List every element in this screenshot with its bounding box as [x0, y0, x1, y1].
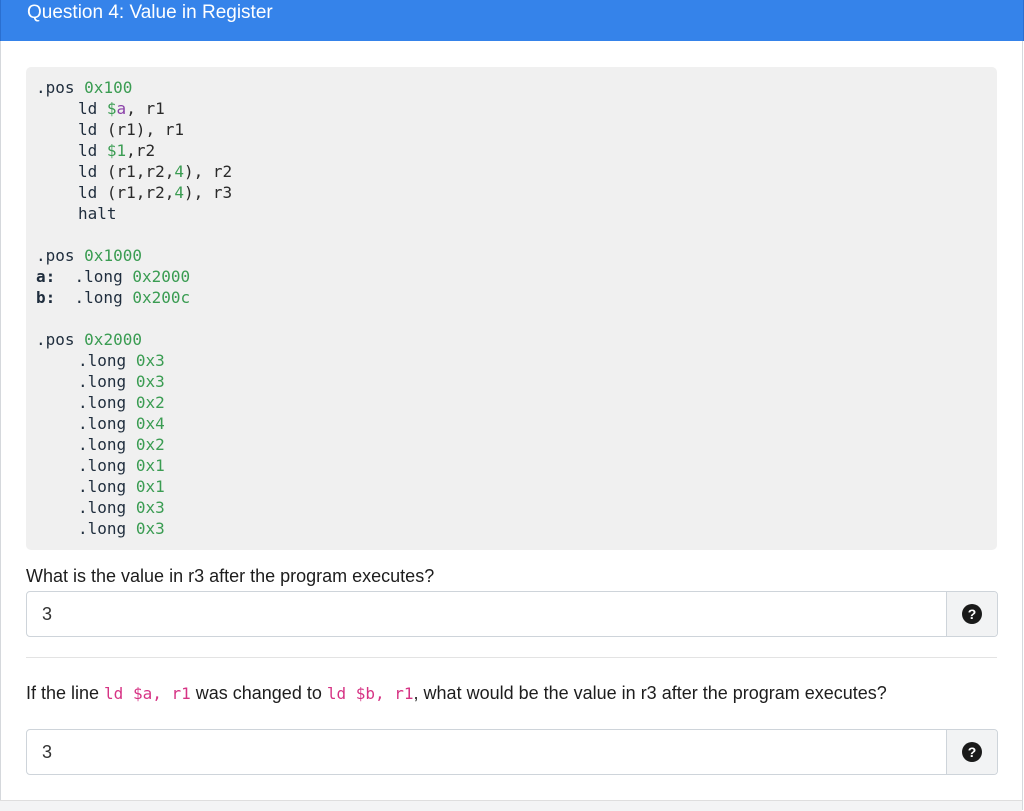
inline-code-changed: ld $b, r1: [326, 684, 414, 703]
code-line-long: .long 0x2: [78, 435, 165, 454]
code-line-long: .long 0x1: [78, 477, 165, 496]
code-line-long: .long 0x2: [78, 393, 165, 412]
question-header: Question 4: Value in Register: [0, 0, 1024, 41]
code-line-long: .long 0x3: [78, 519, 165, 538]
code-line-long: .long 0x3: [78, 372, 165, 391]
help-button-1[interactable]: ?: [946, 592, 997, 636]
code-line-5: ld (r1,r2,4), r3: [78, 183, 233, 202]
code-line-pos-2: .pos 0x1000: [36, 246, 142, 265]
help-button-2[interactable]: ?: [946, 730, 997, 774]
code-line-b: b: .long 0x200c: [36, 288, 191, 307]
code-line-long: .long 0x4: [78, 414, 165, 433]
question-circle-icon: ?: [962, 742, 982, 762]
code-line-long: .long 0x1: [78, 456, 165, 475]
answer-value-2: 3: [42, 742, 53, 762]
answer-value-1: 3: [42, 604, 53, 624]
code-line-pos-1: .pos 0x100: [36, 78, 133, 97]
code-line-pos-3: .pos 0x2000: [36, 330, 142, 349]
code-line-6: halt: [78, 204, 117, 223]
code-line-4: ld (r1,r2,4), r2: [78, 162, 233, 181]
answer-input-1[interactable]: 3 ?: [26, 591, 998, 637]
code-line-long: .long 0x3: [78, 498, 165, 517]
question-title: Question 4: Value in Register: [27, 2, 273, 23]
code-line-a: a: .long 0x2000: [36, 267, 191, 286]
section-divider: [26, 657, 997, 658]
code-block: .pos 0x100 ld $$aa, r1 ld (r1), r1 ld $1…: [26, 67, 997, 550]
card-footer: [0, 800, 1022, 811]
inline-code-original: ld $a, r1: [104, 684, 191, 703]
code-line-long: .long 0x3: [78, 351, 165, 370]
question-2-prompt: If the line ld $a, r1 was changed to ld …: [26, 683, 887, 703]
code-line-1: ld $$aa, r1: [78, 99, 165, 118]
code-line-2: ld (r1), r1: [78, 120, 184, 139]
answer-input-2[interactable]: 3 ?: [26, 729, 998, 775]
code-line-3: ld $1,r2: [78, 141, 156, 160]
question-circle-icon: ?: [962, 604, 982, 624]
question-1-prompt: What is the value in r3 after the progra…: [26, 566, 435, 586]
